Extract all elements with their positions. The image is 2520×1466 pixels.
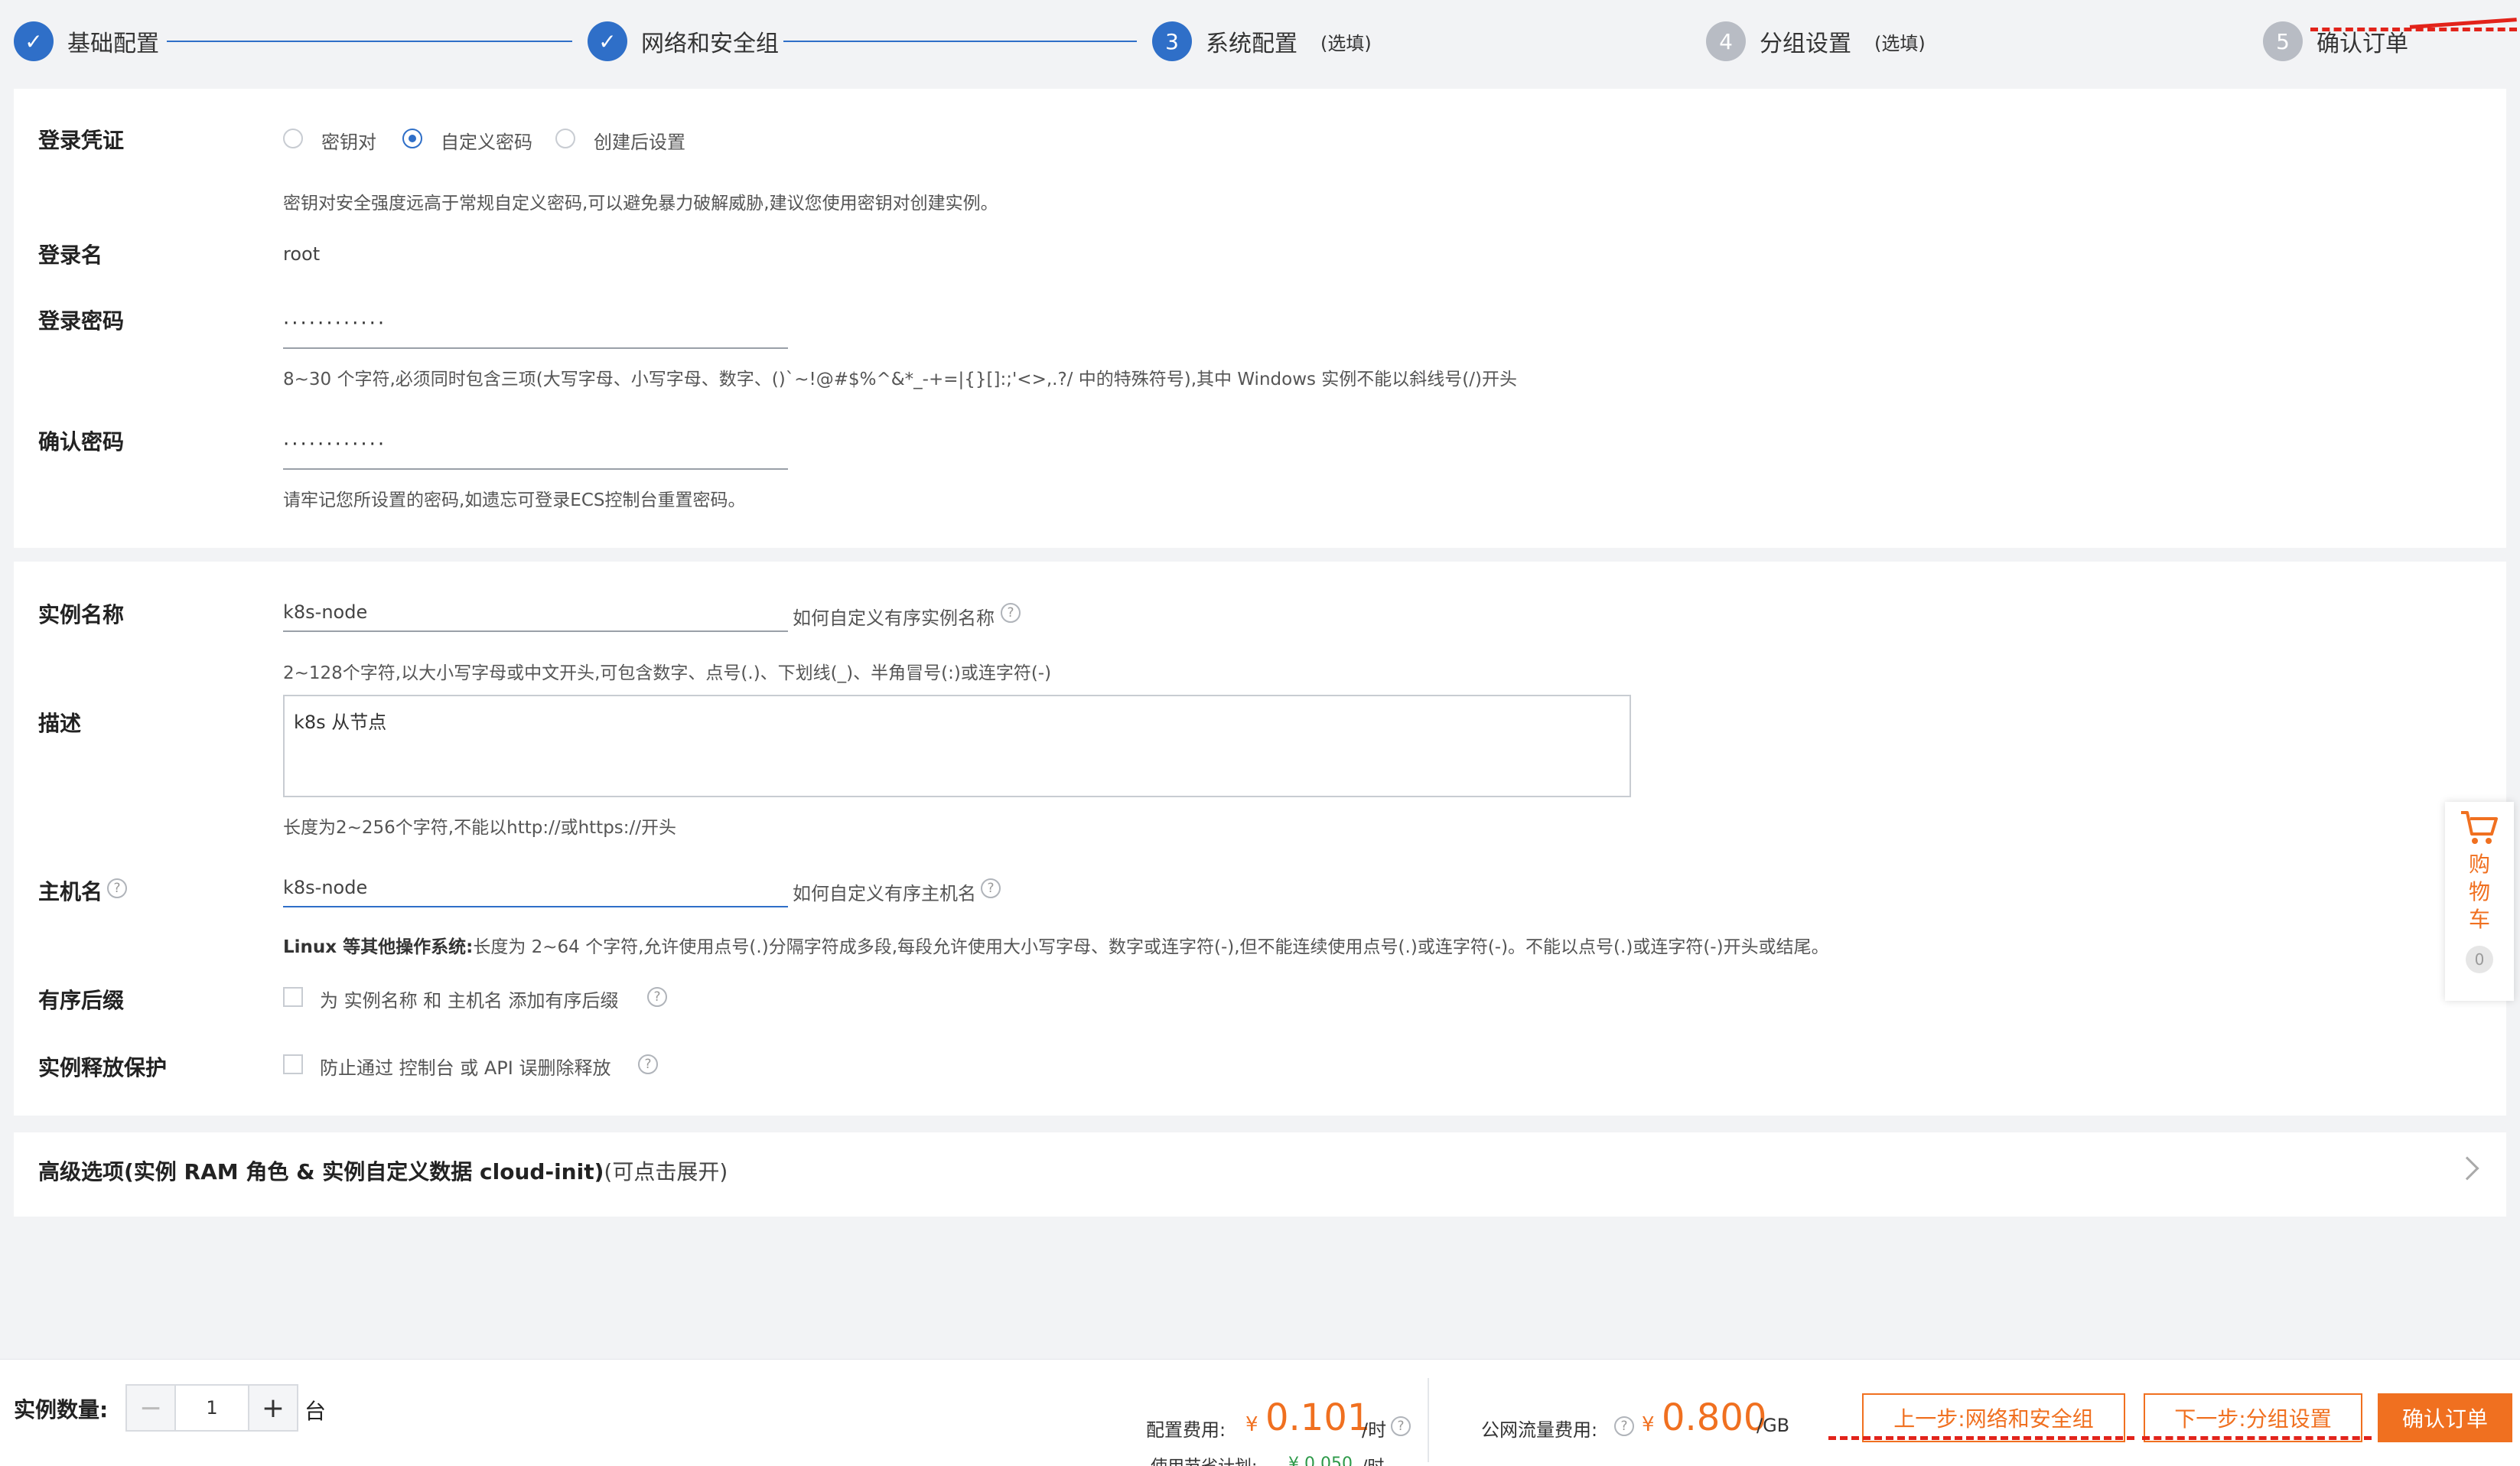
help-icon[interactable]: ?: [1001, 603, 1021, 623]
shopping-cart[interactable]: 购物车 0: [2445, 802, 2514, 1001]
step-basic-config[interactable]: ✓ 基础配置: [14, 20, 159, 63]
release-protection-text[interactable]: 防止通过 控制台 或 API 误删除释放: [320, 1053, 610, 1080]
help-icon[interactable]: ?: [638, 1054, 658, 1074]
cart-count-badge: 0: [2466, 946, 2493, 973]
instance-settings-panel: 实例名称 k8s-node 如何自定义有序实例名称 ? 2~128个字符,以大小…: [14, 562, 2506, 1116]
prev-step-button[interactable]: 上一步:网络和安全组: [1862, 1393, 2125, 1442]
wizard-stepper: ✓ 基础配置 ✓ 网络和安全组 3 系统配置 (选填) 4 分组设置 (选填) …: [0, 0, 2520, 84]
confirm-password-label: 确认密码: [38, 429, 125, 454]
login-name-value: root: [283, 243, 321, 265]
advanced-options-subtitle: (可点击展开): [604, 1159, 728, 1184]
instance-name-help-link[interactable]: 如何自定义有序实例名称: [793, 603, 995, 630]
ordered-suffix-label: 有序后缀: [38, 988, 125, 1013]
radio-keypair[interactable]: [283, 129, 303, 148]
login-credentials-panel: 登录凭证 密钥对 自定义密码 创建后设置 密钥对安全强度远高于常规自定义密码,可…: [14, 89, 2506, 548]
hostname-label: 主机名: [38, 879, 103, 904]
help-icon[interactable]: ?: [1614, 1416, 1634, 1436]
confirm-order-button[interactable]: 确认订单: [2378, 1393, 2512, 1442]
hostname-hint: Linux 等其他操作系统:长度为 2~64 个字符,允许使用点号(.)分隔字符…: [283, 932, 1829, 958]
minus-icon[interactable]: −: [127, 1386, 174, 1430]
password-label: 登录密码: [38, 308, 125, 334]
saving-plan-unit: /时: [1362, 1453, 1384, 1466]
advanced-options-title: 高级选项(实例 RAM 角色 & 实例自定义数据 cloud-init)(可点击…: [38, 1155, 728, 1186]
red-annotation-mark: [1828, 1436, 2134, 1440]
step-connector: [167, 41, 572, 42]
saving-plan-value: ¥ 0.050: [1288, 1455, 1353, 1466]
hostname-help-link[interactable]: 如何自定义有序主机名: [793, 878, 976, 905]
radio-custom-password[interactable]: [402, 129, 422, 148]
password-hint: 8~30 个字符,必须同时包含三项(大写字母、小写字母、数字、()`~!@#$%…: [283, 370, 1517, 389]
step-label: 基础配置: [67, 31, 159, 57]
hostname-input[interactable]: k8s-node: [283, 865, 788, 907]
advanced-options-panel[interactable]: 高级选项(实例 RAM 角色 & 实例自定义数据 cloud-init)(可点击…: [14, 1132, 2506, 1217]
config-fee-unit: /时: [1362, 1419, 1387, 1441]
description-hint: 长度为2~256个字符,不能以http://或https://开头: [283, 818, 677, 838]
credential-label: 登录凭证: [38, 128, 125, 153]
step-optional-tag: (选填): [1874, 32, 1926, 54]
confirm-password-input[interactable]: ············: [283, 427, 788, 470]
ordered-suffix-text[interactable]: 为 实例名称 和 主机名 添加有序后缀: [320, 985, 619, 1012]
cart-label: 购物车: [2468, 852, 2490, 932]
traffic-fee-value: 0.800: [1662, 1396, 1767, 1439]
release-protection-label: 实例释放保护: [38, 1055, 168, 1080]
step-optional-tag: (选填): [1320, 32, 1372, 54]
ordered-suffix-checkbox[interactable]: [283, 987, 303, 1007]
radio-set-later-label[interactable]: 创建后设置: [594, 127, 685, 154]
config-fee-label: 配置费用:: [1146, 1419, 1226, 1441]
chevron-right-icon[interactable]: [2455, 1156, 2479, 1181]
instance-quantity-label: 实例数量:: [14, 1397, 109, 1422]
release-protection-checkbox[interactable]: [283, 1054, 303, 1074]
currency-symbol: ¥: [1245, 1413, 1258, 1436]
help-icon[interactable]: ?: [107, 878, 127, 898]
advanced-options-title-text: 高级选项(实例 RAM 角色 & 实例自定义数据 cloud-init): [38, 1159, 604, 1184]
step-number: 3: [1152, 21, 1192, 61]
check-icon: ✓: [14, 21, 54, 61]
instance-name-input[interactable]: k8s-node: [283, 589, 788, 632]
step-confirm-order[interactable]: 5 确认订单: [2263, 20, 2408, 63]
step-system-config[interactable]: 3 系统配置 (选填): [1152, 20, 1372, 63]
step-number: 5: [2263, 21, 2303, 61]
radio-keypair-label[interactable]: 密钥对: [321, 127, 376, 154]
plus-icon[interactable]: +: [249, 1386, 297, 1430]
step-label: 网络和安全组: [641, 31, 779, 57]
description-textarea[interactable]: k8s 从节点: [283, 695, 1631, 797]
login-name-label: 登录名: [38, 243, 103, 268]
help-icon[interactable]: ?: [1391, 1416, 1411, 1436]
instance-name-label: 实例名称: [38, 602, 125, 627]
saving-plan-label: 使用节省计划:: [1151, 1453, 1257, 1466]
instance-quantity-stepper[interactable]: − 1 +: [125, 1384, 298, 1432]
step-group-settings[interactable]: 4 分组设置 (选填): [1706, 20, 1926, 63]
instance-name-hint: 2~128个字符,以大小写字母或中文开头,可包含数字、点号(.)、下划线(_)、…: [283, 663, 1052, 683]
help-icon[interactable]: ?: [647, 987, 667, 1007]
description-label: 描述: [38, 711, 82, 736]
currency-symbol: ¥: [1642, 1413, 1655, 1436]
radio-custom-password-label[interactable]: 自定义密码: [441, 127, 532, 154]
next-step-button[interactable]: 下一步:分组设置: [2144, 1393, 2362, 1442]
step-connector: [783, 41, 1137, 42]
step-network-security[interactable]: ✓ 网络和安全组: [588, 20, 779, 63]
config-fee-value: 0.101: [1265, 1396, 1371, 1439]
password-input[interactable]: ············: [283, 306, 788, 349]
hostname-hint-text: 长度为 2~64 个字符,允许使用点号(.)分隔字符成多段,每段允许使用大小写字…: [473, 937, 1829, 957]
credential-hint: 密钥对安全强度远高于常规自定义密码,可以避免暴力破解威胁,建议您使用密钥对创建实…: [283, 194, 998, 213]
confirm-password-hint: 请牢记您所设置的密码,如遗忘可登录ECS控制台重置密码。: [283, 490, 746, 510]
red-annotation-mark: [2142, 1436, 2372, 1440]
footer-divider: [1428, 1378, 1429, 1462]
cart-icon: [2461, 811, 2498, 844]
instance-quantity-unit: 台: [304, 1399, 327, 1424]
step-label: 分组设置: [1760, 31, 1851, 57]
traffic-fee-unit: /GB: [1757, 1415, 1790, 1436]
step-label: 系统配置: [1206, 31, 1297, 57]
instance-quantity-value[interactable]: 1: [174, 1386, 249, 1430]
traffic-fee-label: 公网流量费用:: [1481, 1419, 1598, 1441]
help-icon[interactable]: ?: [981, 878, 1001, 898]
order-footer: 实例数量: − 1 + 台 配置费用: ¥ 0.101 /时 ? 使用节省计划:…: [0, 1359, 2520, 1466]
step-number: 4: [1706, 21, 1746, 61]
hostname-hint-os: Linux 等其他操作系统:: [283, 937, 474, 957]
radio-set-later[interactable]: [555, 129, 575, 148]
check-icon: ✓: [588, 21, 627, 61]
